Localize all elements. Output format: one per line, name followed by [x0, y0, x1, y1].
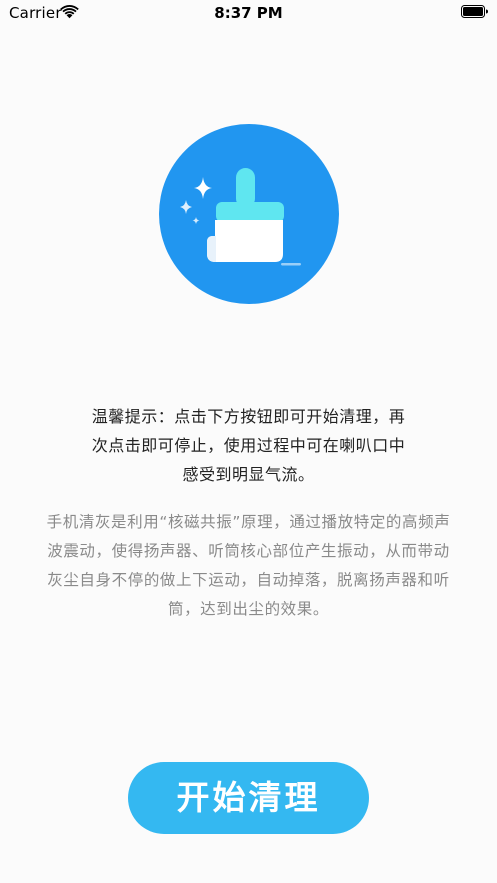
description-line: 灰尘自身不停的做上下运动，自动掉落，脱离扬声器和听 — [47, 571, 450, 589]
screen: Carrier 8:37 PM 温馨提示：点击下方按钮即可开始清理，再 次点击即… — [0, 0, 497, 883]
tip-line: 次点击即可停止，使用过程中可在喇叭口中 — [91, 436, 406, 455]
tip-text: 温馨提示：点击下方按钮即可开始清理，再 次点击即可停止，使用过程中可在喇叭口中 … — [70, 402, 427, 489]
description-line: 波震动，使得扬声器、听筒核心部位产生振动，从而带动 — [47, 542, 450, 560]
description-line: 筒，达到出尘的效果。 — [167, 600, 329, 618]
broom-clean-icon — [180, 168, 301, 266]
hero-circle — [159, 124, 339, 304]
status-time: 8:37 PM — [214, 4, 283, 22]
battery-icon — [461, 5, 488, 18]
description-line: 手机清灰是利用“核磁共振”原理，通过播放特定的高频声 — [46, 513, 451, 531]
start-clean-button[interactable]: 开始清理 — [128, 762, 369, 834]
tip-line: 温馨提示：点击下方按钮即可开始清理，再 — [91, 407, 406, 426]
status-bar: Carrier 8:37 PM — [0, 0, 497, 26]
description-text: 手机清灰是利用“核磁共振”原理，通过播放特定的高频声 波震动，使得扬声器、听筒核… — [32, 508, 465, 624]
tip-line: 感受到明显气流。 — [182, 465, 315, 484]
